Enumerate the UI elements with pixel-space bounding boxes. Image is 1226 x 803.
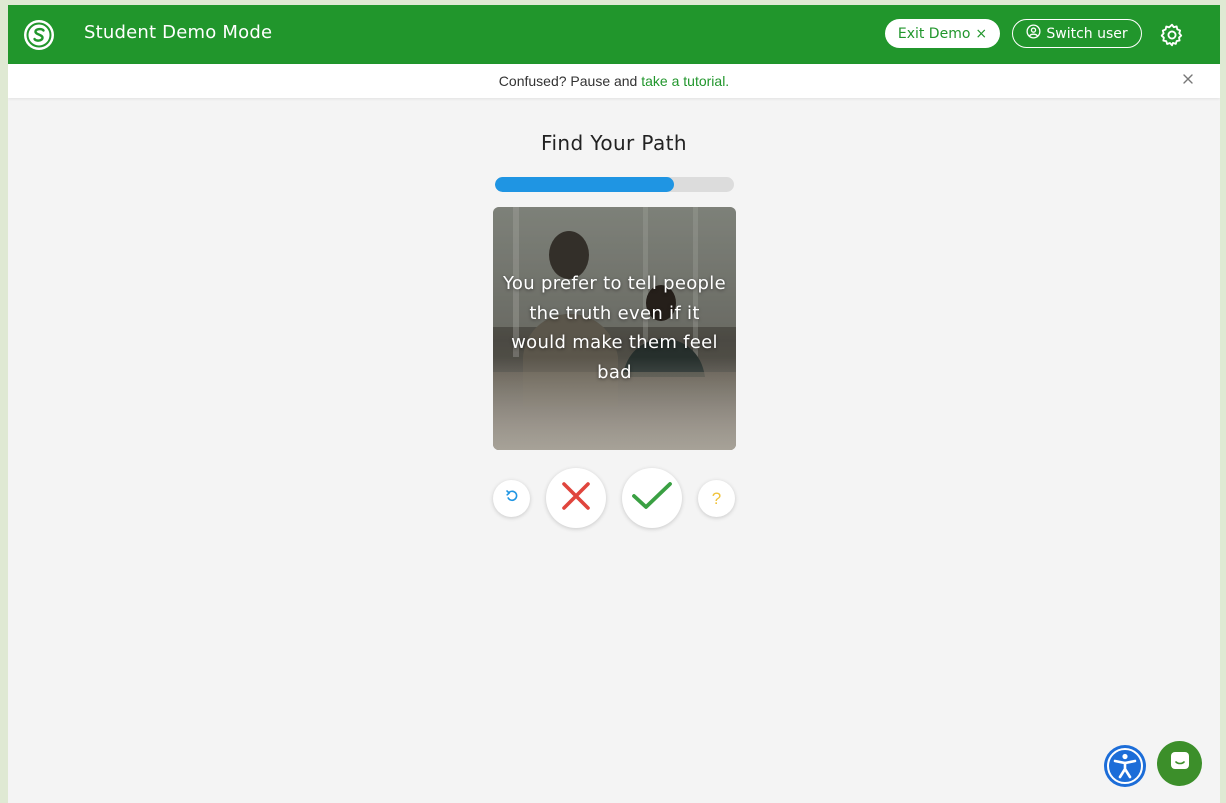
card-statement: You prefer to tell people the truth even… [503,273,726,383]
page-title: Find Your Path [541,131,687,155]
undo-icon [505,489,519,508]
accept-button[interactable] [622,468,682,528]
app-title: Student Demo Mode [84,22,273,43]
x-icon [560,480,592,517]
chat-icon [1169,750,1191,777]
progress-bar [495,177,734,192]
app-window: Student Demo Mode Exit Demo × Switch use… [8,5,1220,803]
question-card[interactable]: You prefer to tell people the truth even… [493,207,736,450]
close-icon[interactable] [1181,72,1195,86]
tutorial-banner: Confused? Pause and take a tutorial. [8,64,1220,98]
help-button[interactable]: ? [698,480,735,517]
banner-text: Confused? Pause and [498,73,638,89]
reject-button[interactable] [546,468,606,528]
user-circle-icon [1026,24,1041,43]
chat-button[interactable] [1157,741,1202,786]
accessibility-icon [1104,748,1146,791]
exit-demo-label: Exit Demo [897,25,971,42]
switch-user-button[interactable]: Switch user [1012,19,1142,48]
banner-message: Confused? Pause and take a tutorial. [8,73,1220,89]
exit-demo-button[interactable]: Exit Demo × [885,19,1000,48]
progress-fill [495,177,675,192]
undo-button[interactable] [493,480,530,517]
accessibility-button[interactable] [1104,745,1146,787]
check-icon [631,481,673,516]
tutorial-link[interactable]: take a tutorial. [641,73,729,89]
gear-icon[interactable] [1159,22,1185,48]
top-bar: Student Demo Mode Exit Demo × Switch use… [8,5,1220,64]
switch-user-label: Switch user [1046,25,1128,42]
close-icon: × [975,25,988,42]
question-icon: ? [711,488,722,508]
logo-icon [24,20,54,50]
